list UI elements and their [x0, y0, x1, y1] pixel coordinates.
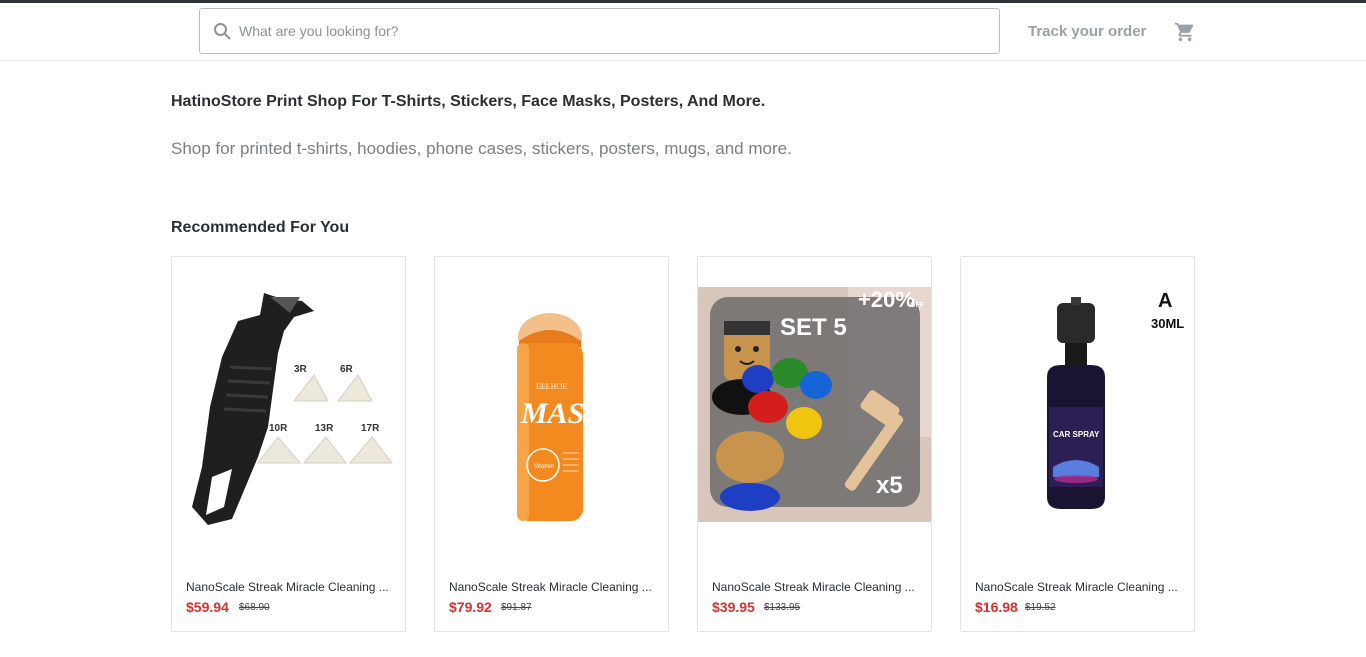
volume-text: 30ML — [1151, 316, 1184, 331]
product-image-caulking-tool: 3R 6R 10R 13R 17R — [192, 293, 394, 525]
product-price: $39.95 — [712, 599, 755, 615]
header: Track your order — [0, 3, 1366, 61]
recommended-heading: Recommended For You — [171, 219, 350, 236]
search-icon — [213, 22, 231, 40]
off-text: OFF — [910, 302, 925, 309]
product-name[interactable]: NanoScale Streak Miracle Cleaning ... — [186, 580, 396, 594]
product-name[interactable]: NanoScale Streak Miracle Cleaning ... — [712, 580, 922, 594]
spray-label-text: CAR SPRAY — [1053, 430, 1100, 439]
cart-icon[interactable] — [1174, 21, 1196, 43]
tip-label: 6R — [340, 364, 354, 375]
vitamin-text: Vitamin — [534, 464, 554, 470]
product-old-price: $133.95 — [764, 602, 801, 613]
tip-label: 3R — [294, 364, 308, 375]
brand-text: EELHOE — [536, 382, 567, 391]
product-price: $79.92 — [449, 599, 492, 615]
variant-text: A — [1158, 290, 1172, 312]
product-image-car-spray: A 30ML CAR SPRAY — [1047, 290, 1184, 509]
product-name[interactable]: NanoScale Streak Miracle Cleaning ... — [975, 580, 1185, 594]
tip-label: 10R — [269, 423, 288, 434]
set-text: SET 5 — [780, 314, 847, 341]
product-card[interactable]: 3R 6R 10R 13R 17R NanoScale Streak Mirac… — [171, 256, 406, 632]
product-old-price: $91.87 — [501, 602, 532, 613]
page-title: HatinoStore Print Shop For T-Shirts, Sti… — [171, 93, 766, 110]
product-old-price: $68.90 — [239, 602, 270, 613]
product-old-price: $19.52 — [1025, 602, 1056, 613]
product-image-stacking-toy: SET 5 +20% OFF x5 — [698, 287, 931, 522]
quantity-text: x5 — [876, 472, 903, 499]
product-card[interactable]: EELHOE MASK Vitamin NanoScale Streak Mir… — [434, 256, 669, 632]
search-box[interactable] — [199, 8, 1000, 54]
product-image-mask-stick: EELHOE MASK Vitamin — [517, 313, 606, 521]
tip-label: 17R — [361, 423, 380, 434]
product-price: $59.94 — [186, 599, 229, 615]
discount-text: +20% — [858, 287, 915, 312]
product-price: $16.98 — [975, 599, 1018, 615]
product-card[interactable]: A 30ML CAR SPRAY NanoScale Streak Miracl… — [960, 256, 1195, 632]
product-card[interactable]: SET 5 +20% OFF x5 NanoScale Streak Mirac… — [697, 256, 932, 632]
search-input[interactable] — [239, 11, 999, 51]
tip-label: 13R — [315, 423, 334, 434]
product-text: MASK — [520, 397, 606, 430]
track-order-link[interactable]: Track your order — [1028, 23, 1146, 40]
page-description: Shop for printed t-shirts, hoodies, phon… — [171, 139, 792, 158]
product-name[interactable]: NanoScale Streak Miracle Cleaning ... — [449, 580, 659, 594]
